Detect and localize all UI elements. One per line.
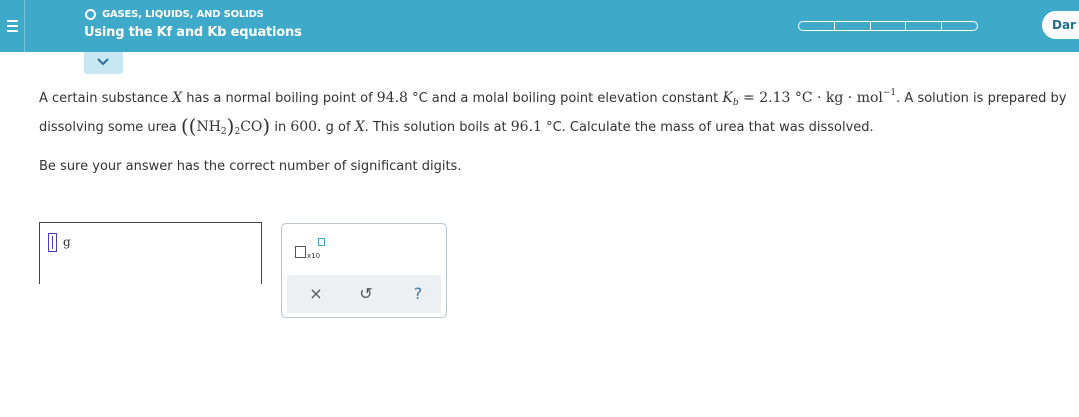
circle-status-icon [85, 9, 96, 20]
collapse-toggle[interactable] [84, 52, 123, 74]
header: GASES, LIQUIDS, AND SOLIDS Using the Kf … [0, 0, 1079, 52]
boiling-point-value: 94.8 [376, 90, 408, 106]
question-line-1: A certain substance X has a normal boili… [39, 88, 1067, 108]
topic-label: GASES, LIQUIDS, AND SOLIDS [102, 9, 264, 20]
solution-bp-value: 96.1 [510, 119, 542, 135]
math-tool-panel: x10 × ↺ ? [281, 223, 447, 318]
instruction-text: Be sure your answer has the correct numb… [39, 159, 462, 174]
help-button[interactable]: ? [407, 282, 429, 306]
topic-row: GASES, LIQUIDS, AND SOLIDS [85, 9, 264, 20]
text-cursor-icon [48, 233, 57, 252]
chevron-down-icon [97, 58, 109, 66]
scientific-notation-button[interactable]: x10 [295, 237, 325, 260]
progress-bar [798, 21, 978, 31]
dark-mode-button[interactable]: Dar [1041, 10, 1079, 40]
substance-symbol: X [172, 90, 183, 106]
clear-button[interactable]: × [305, 282, 327, 306]
tool-bar: × ↺ ? [287, 275, 441, 313]
answer-unit: g [63, 235, 71, 249]
answer-input[interactable]: g [39, 222, 262, 284]
menu-button[interactable] [0, 0, 25, 52]
kb-constant: = 2.13 °C · kg · mol [738, 90, 883, 106]
question-line-2: dissolving some urea ((NH2)2CO) in 600. … [39, 114, 874, 138]
hamburger-menu-icon [7, 20, 18, 22]
undo-button[interactable]: ↺ [355, 282, 377, 306]
page-title: Using the Kf and Kb equations [84, 25, 302, 40]
solvent-mass-value: 600. [290, 119, 322, 135]
